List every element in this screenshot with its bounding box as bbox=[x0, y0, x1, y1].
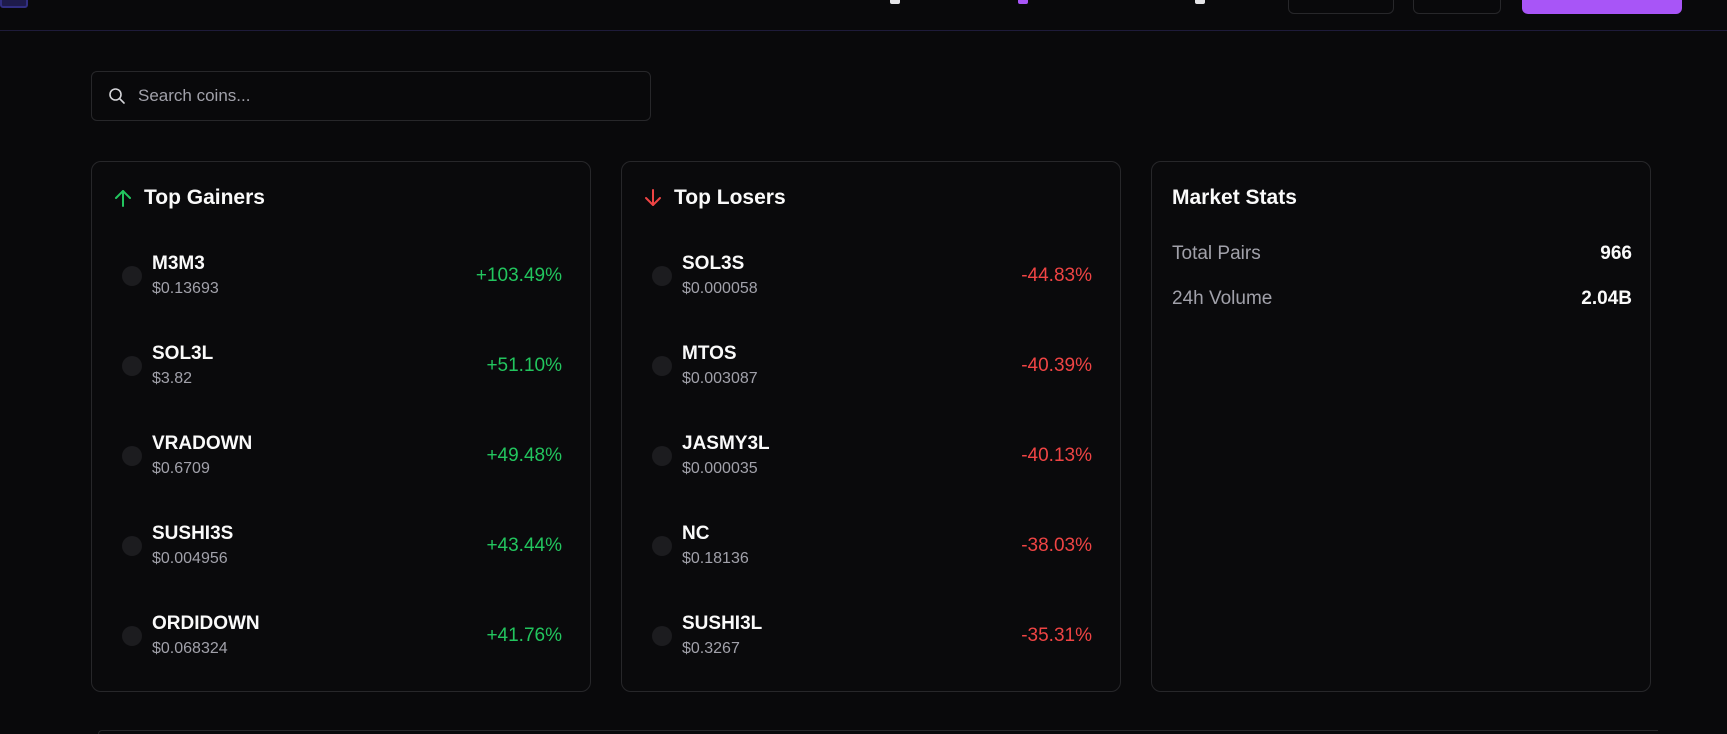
arrow-up-icon bbox=[112, 187, 134, 209]
next-section-edge bbox=[98, 730, 1658, 734]
header-primary-button[interactable] bbox=[1522, 0, 1682, 14]
coin-logo-placeholder bbox=[122, 266, 142, 286]
coin-change: -44.83% bbox=[1021, 265, 1092, 286]
card-title-text: Market Stats bbox=[1172, 186, 1297, 209]
loser-row[interactable]: SUSHI3L $0.3267 -35.31% bbox=[642, 604, 1102, 668]
coin-symbol: NC bbox=[682, 523, 710, 544]
coin-logo-placeholder bbox=[652, 356, 672, 376]
stat-label: Total Pairs bbox=[1172, 243, 1261, 264]
coin-symbol: SUSHI3L bbox=[682, 613, 763, 634]
coin-price: $0.003087 bbox=[682, 370, 758, 387]
card-title-text: Top Losers bbox=[674, 186, 786, 209]
top-gainers-card: Top Gainers M3M3 $0.13693 +103.49% SOL3L… bbox=[91, 161, 591, 692]
coin-change: +103.49% bbox=[475, 265, 562, 286]
stat-value: 2.04B bbox=[1581, 288, 1632, 309]
coin-change: +49.48% bbox=[486, 445, 562, 466]
coin-symbol: SOL3L bbox=[152, 343, 214, 364]
top-navbar bbox=[0, 0, 1727, 31]
header-button[interactable] bbox=[1413, 0, 1501, 14]
coin-symbol: SUSHI3S bbox=[152, 523, 234, 544]
coin-change: +41.76% bbox=[486, 625, 562, 646]
nav-link-fragment[interactable] bbox=[890, 0, 900, 4]
top-losers-title: Top Losers bbox=[642, 186, 786, 210]
coin-change: -38.03% bbox=[1021, 535, 1092, 556]
coin-price: $0.068324 bbox=[152, 640, 228, 657]
coin-logo-placeholder bbox=[652, 626, 672, 646]
gainer-row[interactable]: ORDIDOWN $0.068324 +41.76% bbox=[112, 604, 572, 668]
coin-symbol: ORDIDOWN bbox=[152, 613, 260, 634]
coin-logo-placeholder bbox=[652, 266, 672, 286]
nav-link-fragment-active[interactable] bbox=[1018, 0, 1028, 4]
search-icon bbox=[108, 87, 126, 105]
top-gainers-title: Top Gainers bbox=[112, 186, 265, 210]
gainer-row[interactable]: VRADOWN $0.6709 +49.48% bbox=[112, 424, 572, 488]
gainer-row[interactable]: SOL3L $3.82 +51.10% bbox=[112, 334, 572, 398]
logo-icon[interactable] bbox=[0, 0, 28, 8]
coin-logo-placeholder bbox=[122, 356, 142, 376]
coin-price: $0.000058 bbox=[682, 280, 758, 297]
coin-change: -40.13% bbox=[1021, 445, 1092, 466]
loser-row[interactable]: SOL3S $0.000058 -44.83% bbox=[642, 244, 1102, 308]
search-input[interactable] bbox=[138, 72, 650, 120]
coin-price: $0.004956 bbox=[152, 550, 228, 567]
coin-price: $3.82 bbox=[152, 370, 193, 387]
market-stats-title: Market Stats bbox=[1172, 186, 1297, 210]
coin-symbol: SOL3S bbox=[682, 253, 745, 274]
loser-row[interactable]: NC $0.18136 -38.03% bbox=[642, 514, 1102, 578]
coin-price: $0.18136 bbox=[682, 550, 749, 567]
coin-logo-placeholder bbox=[652, 446, 672, 466]
coin-symbol: VRADOWN bbox=[152, 433, 253, 454]
coin-change: -40.39% bbox=[1021, 355, 1092, 376]
header-button[interactable] bbox=[1288, 0, 1394, 14]
gainer-row[interactable]: M3M3 $0.13693 +103.49% bbox=[112, 244, 572, 308]
coin-symbol: JASMY3L bbox=[682, 433, 770, 454]
coin-change: +43.44% bbox=[486, 535, 562, 556]
stat-label: 24h Volume bbox=[1172, 288, 1273, 309]
coin-change: +51.10% bbox=[486, 355, 562, 376]
coin-price: $0.000035 bbox=[682, 460, 758, 477]
loser-row[interactable]: JASMY3L $0.000035 -40.13% bbox=[642, 424, 1102, 488]
top-losers-card: Top Losers SOL3S $0.000058 -44.83% MTOS … bbox=[621, 161, 1121, 692]
search-bar[interactable] bbox=[91, 71, 651, 121]
loser-row[interactable]: MTOS $0.003087 -40.39% bbox=[642, 334, 1102, 398]
market-stats-card: Market Stats Total Pairs 966 24h Volume … bbox=[1151, 161, 1651, 692]
stat-value: 966 bbox=[1600, 243, 1632, 264]
coin-change: -35.31% bbox=[1021, 625, 1092, 646]
coin-logo-placeholder bbox=[122, 626, 142, 646]
arrow-down-icon bbox=[642, 187, 664, 209]
coin-price: $0.13693 bbox=[152, 280, 219, 297]
gainer-row[interactable]: SUSHI3S $0.004956 +43.44% bbox=[112, 514, 572, 578]
card-title-text: Top Gainers bbox=[144, 186, 265, 209]
stat-row-24h-volume: 24h Volume 2.04B bbox=[1172, 286, 1632, 312]
coin-logo-placeholder bbox=[122, 446, 142, 466]
coin-symbol: MTOS bbox=[682, 343, 737, 364]
stat-row-total-pairs: Total Pairs 966 bbox=[1172, 241, 1632, 267]
nav-link-fragment[interactable] bbox=[1195, 0, 1205, 4]
coin-logo-placeholder bbox=[652, 536, 672, 556]
coin-logo-placeholder bbox=[122, 536, 142, 556]
coin-symbol: M3M3 bbox=[152, 253, 205, 274]
coin-price: $0.3267 bbox=[682, 640, 740, 657]
coin-price: $0.6709 bbox=[152, 460, 210, 477]
